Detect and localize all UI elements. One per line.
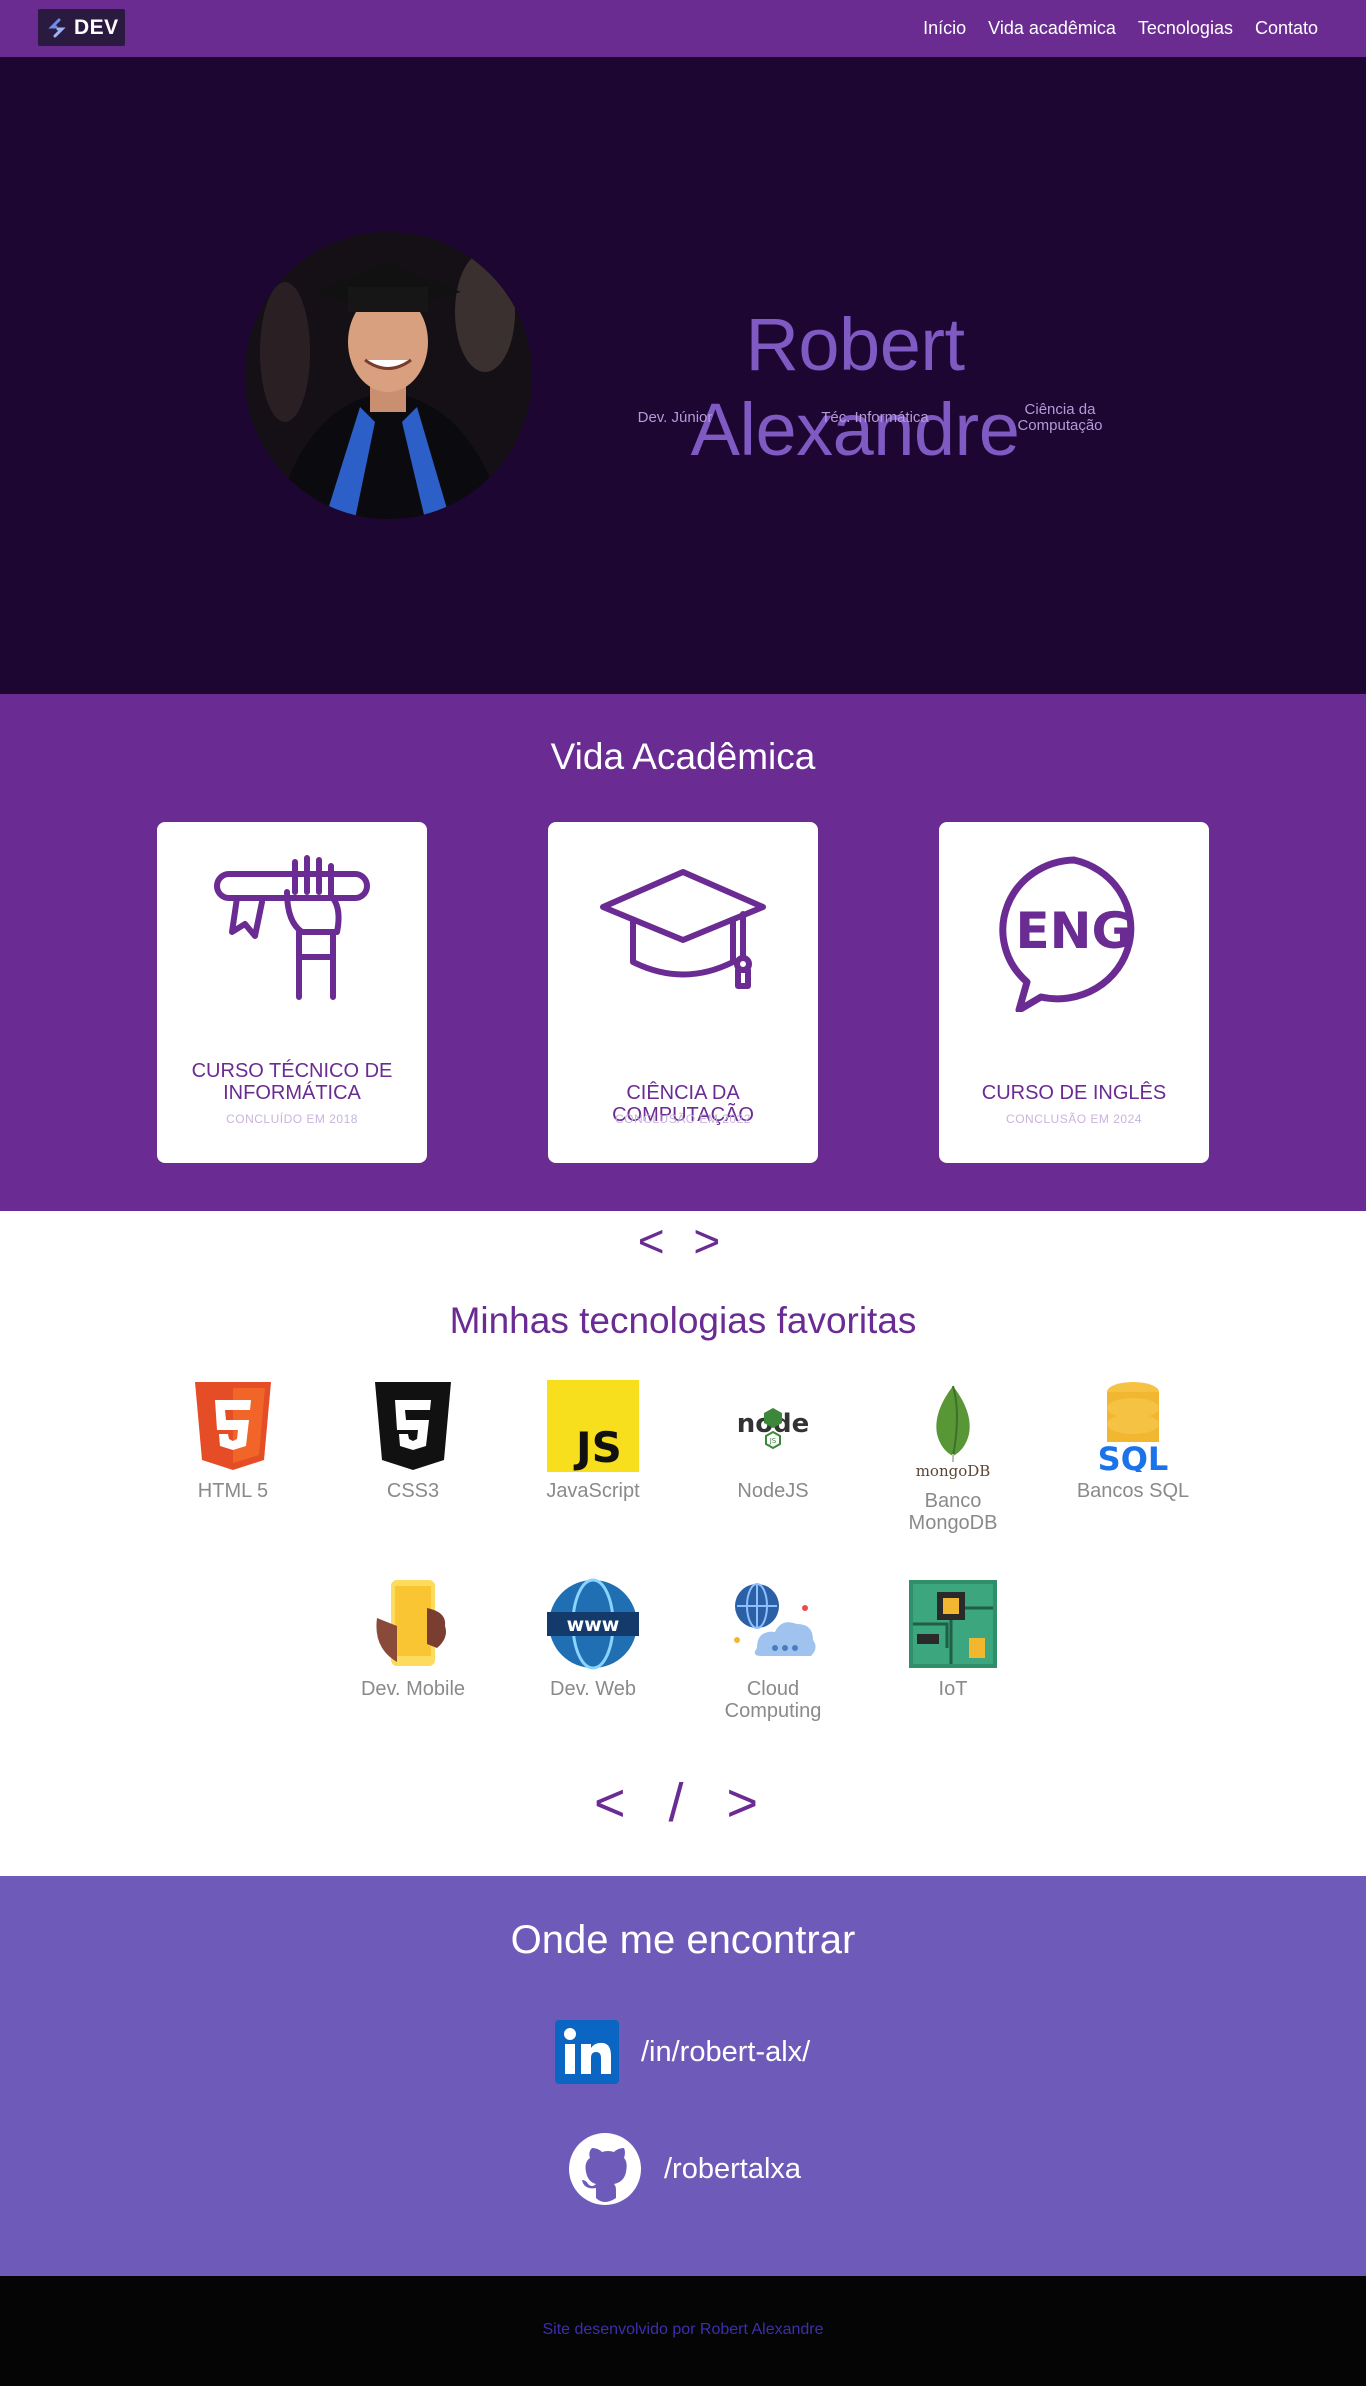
svg-text:JS: JS xyxy=(769,1437,777,1445)
tech-nodejs: node JS NodeJS xyxy=(693,1380,853,1502)
html5-icon xyxy=(195,1382,271,1470)
tech-mobile-label: Dev. Mobile xyxy=(360,1678,466,1700)
tech-sql: SQL Bancos SQL xyxy=(1053,1380,1213,1502)
tech-css3: CSS3 xyxy=(333,1380,493,1502)
mobile-icon xyxy=(376,1580,446,1666)
tech-cloud-label: Cloud Computing xyxy=(724,1678,822,1722)
svg-text:JS: JS xyxy=(573,1423,622,1472)
linkedin-link[interactable]: /in/robert-alx/ xyxy=(555,2020,810,2084)
tech-web: www Dev. Web xyxy=(513,1578,673,1700)
eng-speech-bubble-icon: ENG xyxy=(999,856,1135,1012)
card-tecnico-sub: CONCLUÍDO EM 2018 xyxy=(226,1112,358,1126)
tech-mongodb: mongoDB Banco MongoDB xyxy=(873,1380,1033,1534)
contact-title: Onde me encontrar xyxy=(510,1918,856,1962)
tech-nodejs-label: NodeJS xyxy=(737,1480,809,1502)
tech-iot-label: IoT xyxy=(938,1678,968,1700)
tech-html5-label: HTML 5 xyxy=(197,1480,269,1502)
tech-javascript-label: JavaScript xyxy=(546,1480,640,1502)
hero-tags: Dev. Júnior Téc. Informática Ciência da … xyxy=(600,402,1120,434)
code-divider-1: < > xyxy=(637,1215,729,1267)
code-arrows-icon xyxy=(48,18,66,37)
tech-mongodb-label: Banco MongoDB xyxy=(908,1490,998,1534)
card-ingles-sub: CONCLUSÃO EM 2024 xyxy=(1006,1112,1142,1126)
card-ciencia-sub: CONCLUSÃO EM 2022 xyxy=(615,1112,751,1126)
tech-html5: HTML 5 xyxy=(153,1380,313,1502)
card-ingles-title: CURSO DE INGLÊS xyxy=(981,1082,1167,1104)
tech-web-label: Dev. Web xyxy=(550,1678,636,1700)
diploma-hand-icon xyxy=(214,855,370,1000)
card-tecnico[interactable]: CURSO TÉCNICO DE INFORMÁTICA CONCLUÍDO E… xyxy=(157,822,427,1163)
hero-tag-ciencia: Ciência da Computação xyxy=(1017,401,1103,434)
sql-icon: SQL xyxy=(1098,1382,1169,1472)
card-ciencia[interactable]: CIÊNCIA DA COMPUTAÇÃO CONCLUSÃO EM 2022 xyxy=(548,822,818,1163)
tech-javascript: JS JavaScript xyxy=(513,1380,673,1502)
tech-iot: IoT xyxy=(873,1578,1033,1700)
tech-css3-label: CSS3 xyxy=(386,1480,440,1502)
github-text: /robertalxa xyxy=(664,2152,802,2185)
nav-link-contato[interactable]: Contato xyxy=(1255,18,1318,39)
css3-icon xyxy=(375,1382,451,1470)
github-link[interactable]: /robertalxa xyxy=(568,2132,801,2206)
svg-text:www: www xyxy=(567,1614,620,1636)
linkedin-text: /in/robert-alx/ xyxy=(641,2035,811,2068)
navbar: DEV Início Vida acadêmica Tecnologias Co… xyxy=(0,0,1366,57)
hero-name: Robert Alexandre xyxy=(690,303,1020,471)
tech-mobile: Dev. Mobile xyxy=(333,1578,493,1700)
nodejs-icon: node JS xyxy=(737,1408,809,1450)
tech-title: Minhas tecnologias favoritas xyxy=(449,1300,917,1341)
profile-photo xyxy=(245,232,532,519)
footer: Site desenvolvido por Robert Alexandre xyxy=(0,2276,1366,2386)
code-divider-2: < / > xyxy=(593,1773,773,1833)
svg-text:ENG: ENG xyxy=(1015,902,1132,960)
graduation-cap-icon xyxy=(600,869,766,989)
cloud-icon xyxy=(734,1583,816,1656)
nav-links: Início Vida acadêmica Tecnologias Contat… xyxy=(923,0,1318,57)
circuit-board-icon xyxy=(909,1580,997,1668)
hero-tag-tecnico: Téc. Informática xyxy=(821,409,929,426)
brand-logo[interactable]: DEV xyxy=(38,9,125,46)
svg-text:SQL: SQL xyxy=(1098,1440,1169,1472)
linkedin-icon xyxy=(555,2020,619,2084)
github-icon xyxy=(569,2133,641,2205)
nav-link-vida-academica[interactable]: Vida acadêmica xyxy=(988,18,1116,39)
footer-text: Site desenvolvido por Robert Alexandre xyxy=(542,2321,824,2338)
www-icon: www xyxy=(547,1578,639,1670)
card-ingles[interactable]: ENG CURSO DE INGLÊS CONCLUSÃO EM 2024 xyxy=(939,822,1209,1163)
javascript-icon: JS xyxy=(547,1380,639,1472)
mongodb-icon: mongoDB xyxy=(916,1385,991,1480)
nav-link-tecnologias[interactable]: Tecnologias xyxy=(1138,18,1233,39)
nav-link-inicio[interactable]: Início xyxy=(923,18,966,39)
brand-text: DEV xyxy=(74,15,119,39)
academic-title: Vida Acadêmica xyxy=(550,736,816,777)
hero-section: Robert Alexandre Dev. Júnior Téc. Inform… xyxy=(0,57,1366,694)
hero-tag-dev: Dev. Júnior xyxy=(637,409,713,426)
tech-cloud: Cloud Computing xyxy=(693,1578,853,1722)
tech-sql-label: Bancos SQL xyxy=(1076,1480,1190,1502)
academic-section: Vida Acadêmica CURSO TÉCNICO DE INFORMÁT… xyxy=(0,694,1366,1211)
svg-text:mongoDB: mongoDB xyxy=(916,1462,991,1480)
contact-section: Onde me encontrar /in/robert-alx/ /rober… xyxy=(0,1876,1366,2276)
card-tecnico-title: CURSO TÉCNICO DE INFORMÁTICA xyxy=(191,1060,393,1104)
